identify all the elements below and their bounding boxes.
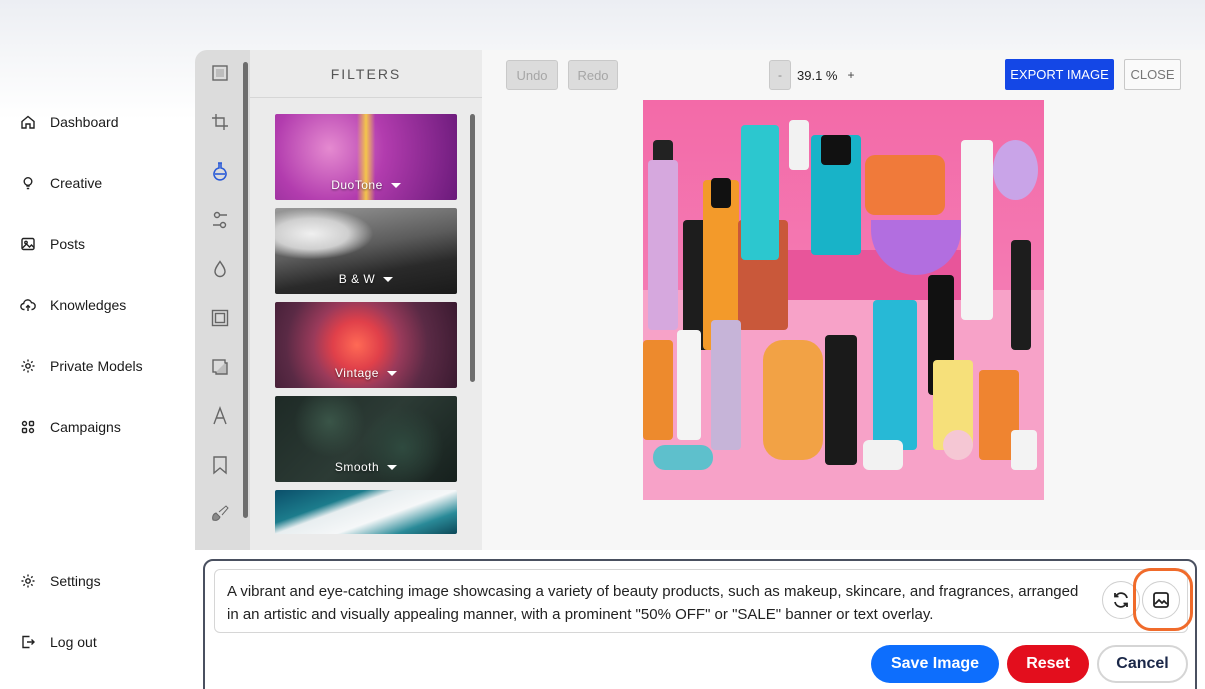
caret-down-icon: [383, 277, 394, 283]
tool-rail-scrollbar[interactable]: [243, 62, 248, 518]
filter-label: DuoTone: [331, 178, 383, 192]
caret-down-icon: [386, 371, 397, 377]
zoom-out-button[interactable]: -: [769, 60, 791, 90]
zoom-value: 39.1 %: [797, 67, 838, 83]
tool-adjust[interactable]: [209, 209, 231, 231]
canvas-image[interactable]: [643, 100, 1044, 500]
sidebar-item-private-models[interactable]: Private Models: [20, 354, 143, 378]
home-icon: [21, 115, 35, 129]
caret-down-icon: [390, 183, 401, 189]
filters-title: FILTERS: [250, 50, 482, 98]
tool-shapes[interactable]: [209, 356, 231, 378]
filters-panel: FILTERS DuoTone B & W Vintage Smooth: [250, 50, 482, 550]
sidebar-item-dashboard[interactable]: Dashboard: [20, 110, 119, 134]
prompt-input[interactable]: A vibrant and eye-catching image showcas…: [214, 569, 1188, 633]
sidebar-item-settings[interactable]: Settings: [20, 569, 101, 593]
tool-rail: [195, 50, 250, 550]
image-icon: [1153, 592, 1169, 608]
grid-icon: [21, 420, 35, 434]
tool-resize[interactable]: [209, 62, 231, 84]
sidebar-item-label: Private Models: [50, 358, 143, 374]
sliders-icon: [213, 211, 227, 229]
gear-icon: [21, 359, 35, 373]
filter-thumbnail[interactable]: [275, 490, 457, 534]
close-editor-button[interactable]: CLOSE: [1124, 59, 1181, 90]
sidebar-item-label: Settings: [50, 573, 101, 589]
gear-icon: [21, 574, 35, 588]
lightbulb-icon: [23, 177, 33, 190]
sidebar-item-label: Log out: [50, 634, 97, 650]
zoom-in-button[interactable]: +: [847, 68, 854, 82]
cancel-button[interactable]: Cancel: [1097, 645, 1188, 683]
crop-icon: [212, 114, 228, 130]
filter-bw[interactable]: B & W: [275, 208, 457, 294]
filter-label: Smooth: [334, 460, 380, 474]
flask-icon: [213, 162, 227, 181]
tool-text[interactable]: [209, 405, 231, 427]
text-icon: [213, 406, 227, 425]
sidebar-item-label: Posts: [50, 236, 86, 252]
tool-crop[interactable]: [209, 111, 231, 133]
sidebar-item-label: Knowledges: [50, 297, 127, 313]
redo-button[interactable]: Redo: [568, 60, 618, 90]
resize-icon: [212, 65, 228, 81]
sidebar-item-knowledges[interactable]: Knowledges: [20, 293, 126, 317]
caret-down-icon: [387, 465, 398, 471]
sidebar-item-label: Campaigns: [50, 419, 121, 435]
sidebar-item-logout[interactable]: Log out: [20, 630, 97, 654]
sidebar-item-creative[interactable]: Creative: [20, 171, 102, 195]
square-icon: [212, 359, 228, 375]
refresh-icon: [1114, 592, 1128, 608]
image-editor: FILTERS DuoTone B & W Vintage Smooth Und…: [195, 50, 1205, 550]
filter-label: Vintage: [335, 366, 379, 380]
cloud-upload-icon: [20, 299, 36, 311]
regenerate-button[interactable]: [1102, 581, 1140, 619]
filter-label: B & W: [338, 272, 376, 286]
sidebar-item-campaigns[interactable]: Campaigns: [20, 415, 121, 439]
sidebar-item-label: Dashboard: [50, 114, 119, 130]
logout-icon: [22, 635, 35, 649]
image-upload-button[interactable]: [1142, 581, 1180, 619]
filter-list: DuoTone B & W Vintage Smooth: [275, 114, 457, 542]
sidebar-nav: Dashboard Creative Posts Knowledges Priv…: [0, 0, 195, 689]
sidebar-item-posts[interactable]: Posts: [20, 232, 85, 256]
frame-icon: [211, 309, 229, 327]
tool-effects[interactable]: [209, 258, 231, 280]
export-image-button[interactable]: EXPORT IMAGE: [1005, 59, 1114, 90]
zoom-control: - 39.1 % +: [769, 60, 855, 90]
filter-vintage[interactable]: Vintage: [275, 302, 457, 388]
filters-scrollbar[interactable]: [470, 114, 475, 382]
undo-button[interactable]: Undo: [506, 60, 558, 90]
tool-frame[interactable]: [209, 307, 231, 329]
prompt-panel: A vibrant and eye-catching image showcas…: [203, 559, 1197, 689]
filter-duotone[interactable]: DuoTone: [275, 114, 457, 200]
sidebar-item-label: Creative: [50, 175, 103, 191]
tool-stickers[interactable]: [209, 454, 231, 476]
brush-icon: [212, 505, 229, 521]
drop-icon: [214, 260, 226, 278]
tool-draw[interactable]: [209, 503, 231, 525]
bookmark-icon: [213, 456, 227, 475]
image-icon: [21, 237, 35, 251]
filter-smooth[interactable]: Smooth: [275, 396, 457, 482]
save-image-button[interactable]: Save Image: [871, 645, 999, 683]
tool-filters[interactable]: [209, 160, 231, 182]
reset-button[interactable]: Reset: [1007, 645, 1089, 683]
